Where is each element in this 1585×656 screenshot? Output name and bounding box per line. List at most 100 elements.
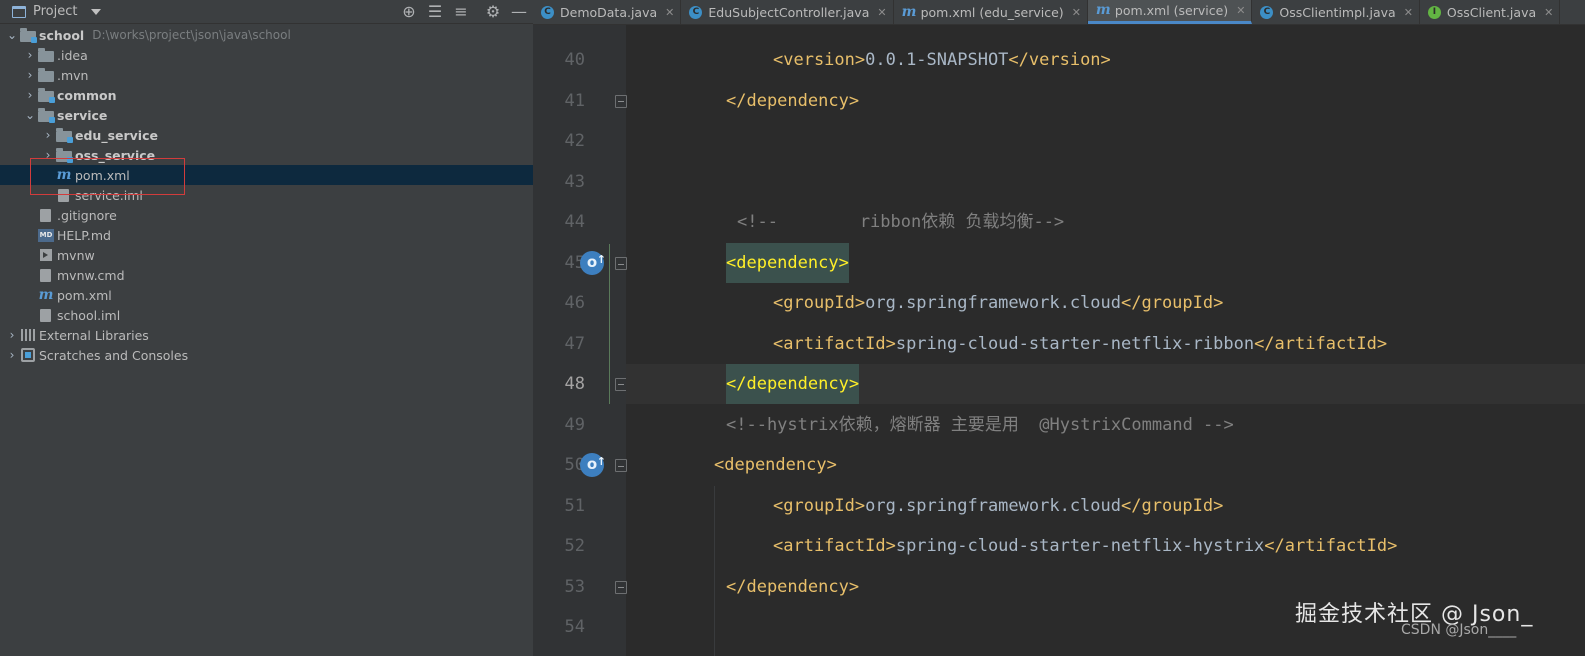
line-number: 40: [564, 50, 585, 70]
line-number: 47: [564, 334, 585, 354]
tree-item-label: school: [39, 27, 85, 43]
code-line-45: <dependency>: [726, 243, 849, 283]
locate-file-icon[interactable]: ⊕: [399, 2, 419, 22]
tree-item-scratches[interactable]: › Scratches and Consoles: [0, 345, 533, 365]
tree-item-label: pom.xml: [57, 287, 112, 303]
code-editor[interactable]: 40 41 42 43 44 45 46 47 48 49 50 51 52 5…: [533, 25, 1585, 656]
tree-item-common[interactable]: › common: [0, 85, 533, 105]
close-icon[interactable]: ✕: [1236, 4, 1245, 17]
project-path-hint: D:\works\project\json\java\school: [92, 28, 291, 42]
chevron-right-icon[interactable]: ›: [4, 348, 20, 362]
close-icon[interactable]: ✕: [1404, 6, 1413, 19]
line-number: 45: [564, 253, 585, 273]
tree-item-gitignore[interactable]: .gitignore: [0, 205, 533, 225]
chevron-right-icon[interactable]: ›: [22, 88, 38, 102]
line-number: 50: [564, 455, 585, 475]
tree-item-mvn[interactable]: › .mvn: [0, 65, 533, 85]
tree-item-root-pom[interactable]: m pom.xml: [0, 285, 533, 305]
project-panel-header: Project ⊕ ☰ ≡ ⚙ —: [0, 0, 533, 24]
tree-item-label: mvnw.cmd: [57, 267, 125, 283]
editor-tab-bar: C DemoData.java ✕ C EduSubjectController…: [533, 0, 1585, 25]
hide-panel-icon[interactable]: —: [509, 2, 529, 22]
close-icon[interactable]: ✕: [665, 6, 674, 19]
tree-item-label: .gitignore: [57, 207, 117, 223]
project-panel-title: Project: [33, 4, 78, 19]
red-annotation-box: [30, 158, 185, 195]
markdown-file-icon: MD: [38, 228, 54, 242]
indent-guide: [714, 486, 715, 656]
chevron-right-icon[interactable]: ›: [40, 128, 56, 142]
maven-icon: m: [901, 3, 917, 20]
tree-item-school-iml[interactable]: school.iml: [0, 305, 533, 325]
tree-item-help-md[interactable]: MD HELP.md: [0, 225, 533, 245]
tab-label: OssClientimpl.java: [1279, 4, 1396, 20]
navigate-dependency-icon[interactable]: o: [580, 248, 606, 275]
tab-demodata[interactable]: C DemoData.java ✕: [533, 0, 682, 24]
chevron-down-icon: [91, 8, 102, 15]
cmd-file-icon: [40, 268, 51, 282]
tree-item-label: .mvn: [57, 67, 89, 83]
tree-item-school[interactable]: ⌄ school D:\works\project\json\java\scho…: [0, 25, 533, 45]
code-line-44: <!-- ribbon依赖 负载均衡-->: [737, 212, 1065, 232]
code-line-47: <artifactId>spring-cloud-starter-netflix…: [773, 334, 1388, 354]
tab-label: DemoData.java: [560, 4, 658, 20]
matched-tag: <dependency>: [726, 253, 849, 273]
code-line-48: </dependency>: [726, 364, 860, 404]
code-line-49: <!--hystrix依赖，熔断器 主要是用 @HystrixCommand -…: [726, 415, 1234, 435]
line-number: 41: [564, 91, 585, 111]
line-number: 52: [564, 536, 585, 556]
code-line-50: <dependency>: [714, 455, 837, 475]
tree-item-idea[interactable]: › .idea: [0, 45, 533, 65]
tree-item-label: External Libraries: [39, 327, 149, 343]
watermark-csdn: CSDN @Json____: [1401, 622, 1517, 638]
chevron-right-icon[interactable]: ›: [22, 68, 38, 82]
libraries-icon: [21, 329, 35, 341]
gear-icon[interactable]: ⚙: [483, 2, 503, 22]
project-tool-window: Project ⊕ ☰ ≡ ⚙ — ⌄ school D:\works\proj…: [0, 0, 533, 656]
class-icon: C: [1260, 5, 1274, 19]
code-line-41: </dependency>: [726, 91, 860, 111]
scratches-icon: [21, 348, 35, 362]
iml-file-icon: [40, 308, 51, 322]
close-icon[interactable]: ✕: [1072, 6, 1081, 19]
tree-item-label: edu_service: [75, 127, 158, 143]
tree-item-external-libraries[interactable]: › External Libraries: [0, 325, 533, 345]
tab-label: OssClient.java: [1446, 4, 1537, 20]
code-line-51: <groupId>org.springframework.cloud</grou…: [773, 496, 1224, 516]
chevron-down-icon[interactable]: ⌄: [22, 108, 38, 122]
tab-ossclient[interactable]: I OssClient.java ✕: [1420, 0, 1561, 24]
line-number: 42: [564, 131, 585, 151]
tree-item-mvnw-cmd[interactable]: mvnw.cmd: [0, 265, 533, 285]
tree-item-label: common: [57, 87, 117, 103]
navigate-dependency-icon[interactable]: o: [580, 450, 606, 477]
code-area[interactable]: <version>0.0.1-SNAPSHOT</version> </depe…: [609, 25, 1585, 656]
tree-item-label: HELP.md: [57, 227, 111, 243]
code-line-40: <version>0.0.1-SNAPSHOT</version>: [773, 50, 1111, 70]
tab-ossclientimpl[interactable]: C OssClientimpl.java ✕: [1252, 0, 1420, 24]
tab-pom-service[interactable]: m pom.xml (service) ✕: [1087, 0, 1253, 24]
project-window-icon: [12, 5, 26, 18]
close-icon[interactable]: ✕: [877, 6, 886, 19]
class-icon: C: [689, 5, 703, 19]
chevron-down-icon[interactable]: ⌄: [4, 28, 20, 42]
line-number: 51: [564, 496, 585, 516]
collapse-all-icon[interactable]: ≡: [451, 2, 471, 22]
indent-guide: [609, 244, 610, 404]
interface-icon: I: [1427, 5, 1441, 19]
tree-item-mvnw[interactable]: mvnw: [0, 245, 533, 265]
tree-item-edu-service[interactable]: › edu_service: [0, 125, 533, 145]
tree-item-service[interactable]: ⌄ service: [0, 105, 533, 125]
shell-script-icon: [40, 249, 52, 261]
project-view-selector[interactable]: Project: [12, 4, 102, 19]
tree-item-label: .idea: [57, 47, 88, 63]
tab-edusubjectcontroller[interactable]: C EduSubjectController.java ✕: [681, 0, 894, 24]
module-folder-icon: [38, 107, 55, 123]
tab-label: EduSubjectController.java: [708, 4, 870, 20]
tab-pom-edu-service[interactable]: m pom.xml (edu_service) ✕: [894, 0, 1088, 24]
chevron-right-icon[interactable]: ›: [4, 328, 20, 342]
close-icon[interactable]: ✕: [1544, 6, 1553, 19]
expand-all-icon[interactable]: ☰: [425, 2, 445, 22]
code-line-46: <groupId>org.springframework.cloud</grou…: [773, 293, 1224, 313]
tab-label: pom.xml (service): [1114, 3, 1229, 18]
chevron-right-icon[interactable]: ›: [22, 48, 38, 62]
